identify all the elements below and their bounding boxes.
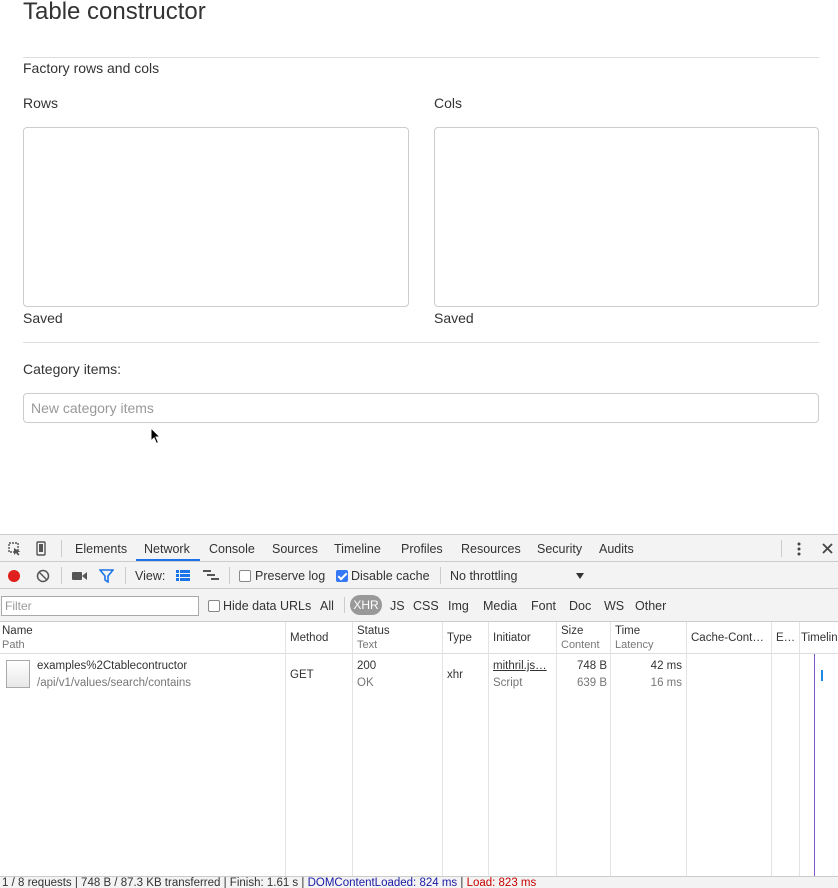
disable-cache-checkbox[interactable]: [336, 570, 348, 582]
devtools-tab-bar: Elements Network Console Sources Timelin…: [0, 535, 838, 562]
request-type: xhr: [447, 669, 463, 681]
disable-cache-label: Disable cache: [351, 569, 430, 583]
column-header-timeline[interactable]: Timeline: [801, 632, 838, 644]
column-header-initiator[interactable]: Initiator: [493, 632, 531, 644]
more-options-icon[interactable]: [797, 542, 801, 556]
column-header-latency: Latency: [615, 639, 654, 651]
record-icon[interactable]: [7, 569, 21, 583]
filter-type-all[interactable]: All: [320, 599, 334, 613]
category-items-label: Category items:: [23, 361, 122, 377]
column-header-content: Content: [561, 639, 600, 651]
column-header-text: Text: [357, 639, 378, 651]
mouse-cursor-icon: [150, 427, 162, 445]
view-label: View:: [135, 569, 166, 583]
status-summary: 1 / 8 requests | 748 B / 87.3 KB transfe…: [2, 877, 308, 888]
inspect-element-icon[interactable]: [8, 542, 22, 556]
network-status-bar: 1 / 8 requests | 748 B / 87.3 KB transfe…: [0, 876, 838, 888]
network-toolbar: View: Preserve log Disable cache No thro…: [0, 562, 838, 589]
request-method: GET: [290, 669, 314, 681]
request-initiator-link[interactable]: mithril.js…: [493, 660, 547, 672]
chevron-down-icon[interactable]: [576, 573, 584, 579]
tab-console[interactable]: Console: [209, 542, 255, 556]
divider: [23, 342, 819, 343]
separator: [229, 567, 230, 584]
column-header-path: Path: [2, 639, 25, 651]
cols-label: Cols: [434, 95, 463, 111]
filter-type-font[interactable]: Font: [531, 599, 556, 613]
tab-resources[interactable]: Resources: [461, 542, 521, 556]
request-content-size: 639 B: [576, 677, 607, 689]
dom-content-loaded: DOMContentLoaded: 824 ms: [307, 877, 458, 888]
request-status: 200: [357, 660, 377, 672]
category-items-input[interactable]: [23, 393, 819, 423]
request-time: 42 ms: [650, 660, 682, 672]
filter-input[interactable]: [1, 596, 199, 616]
separator: [61, 540, 62, 557]
preserve-log-checkbox[interactable]: [239, 570, 251, 582]
request-initiator-type: Script: [493, 677, 523, 689]
preserve-log-label: Preserve log: [255, 569, 326, 583]
clear-icon[interactable]: [36, 569, 50, 583]
separator: [440, 567, 441, 584]
filter-type-other[interactable]: Other: [635, 599, 666, 613]
tab-security[interactable]: Security: [537, 542, 582, 556]
load-time: Load: 823 ms: [466, 877, 537, 888]
filter-type-xhr[interactable]: XHR: [350, 595, 382, 615]
filter-type-js[interactable]: JS: [390, 599, 405, 613]
filter-type-media[interactable]: Media: [483, 599, 517, 613]
rows-textarea[interactable]: [23, 127, 409, 307]
filter-type-ws[interactable]: WS: [604, 599, 624, 613]
tab-profiles[interactable]: Profiles: [401, 542, 443, 556]
devtools-panel: Elements Network Console Sources Timelin…: [0, 534, 838, 888]
column-header-method[interactable]: Method: [290, 632, 328, 644]
filter-type-doc[interactable]: Doc: [569, 599, 591, 613]
timeline-marker-line: [814, 654, 815, 876]
cols-textarea[interactable]: [434, 127, 819, 307]
overview-icon[interactable]: [203, 570, 219, 581]
hide-data-urls-checkbox[interactable]: [208, 600, 220, 612]
file-icon: [6, 660, 30, 688]
rows-label: Rows: [23, 95, 59, 111]
tab-sources[interactable]: Sources: [272, 542, 318, 556]
request-latency: 16 ms: [650, 677, 682, 689]
close-icon[interactable]: [822, 543, 833, 554]
request-size: 748 B: [576, 660, 607, 672]
separator: [61, 567, 62, 584]
divider: [23, 57, 819, 58]
rows-saved-status: Saved: [23, 310, 63, 326]
section-subtitle: Factory rows and cols: [23, 60, 160, 76]
separator: [344, 597, 345, 613]
column-header-etag[interactable]: E…: [776, 632, 795, 644]
request-name: examples%2Ctablecontructor: [37, 660, 188, 672]
filter-type-css[interactable]: CSS: [413, 599, 439, 613]
status-divider: |: [457, 877, 467, 888]
active-tab-indicator: [136, 559, 200, 561]
table-row[interactable]: examples%2Ctablecontructor /api/v1/value…: [0, 655, 838, 695]
throttling-select[interactable]: No throttling: [450, 569, 517, 583]
cols-saved-status: Saved: [434, 310, 474, 326]
request-status-text: OK: [357, 677, 374, 689]
page-content: Table constructor Factory rows and cols …: [0, 0, 838, 534]
column-header-status[interactable]: Status: [357, 625, 390, 637]
column-header-time[interactable]: Time: [615, 625, 640, 637]
hide-data-urls-label: Hide data URLs: [223, 599, 312, 613]
capture-screenshots-icon[interactable]: [72, 571, 88, 581]
separator: [125, 567, 126, 584]
filter-icon[interactable]: [99, 569, 114, 583]
filter-type-img[interactable]: Img: [448, 599, 469, 613]
column-header-cache-control[interactable]: Cache-Cont…: [691, 632, 764, 644]
request-path: /api/v1/values/search/contains: [37, 677, 192, 689]
list-view-icon[interactable]: [176, 570, 190, 581]
page-title: Table constructor: [23, 0, 206, 25]
tab-timeline[interactable]: Timeline: [334, 542, 381, 556]
tab-elements[interactable]: Elements: [75, 542, 127, 556]
column-header-size[interactable]: Size: [561, 625, 583, 637]
tab-audits[interactable]: Audits: [599, 542, 634, 556]
tab-network[interactable]: Network: [144, 542, 190, 556]
column-header-name[interactable]: Name: [2, 625, 33, 637]
separator: [781, 540, 782, 557]
column-header-type[interactable]: Type: [447, 632, 472, 644]
device-mode-icon[interactable]: [36, 541, 46, 556]
timeline-request-bar: [821, 670, 823, 681]
